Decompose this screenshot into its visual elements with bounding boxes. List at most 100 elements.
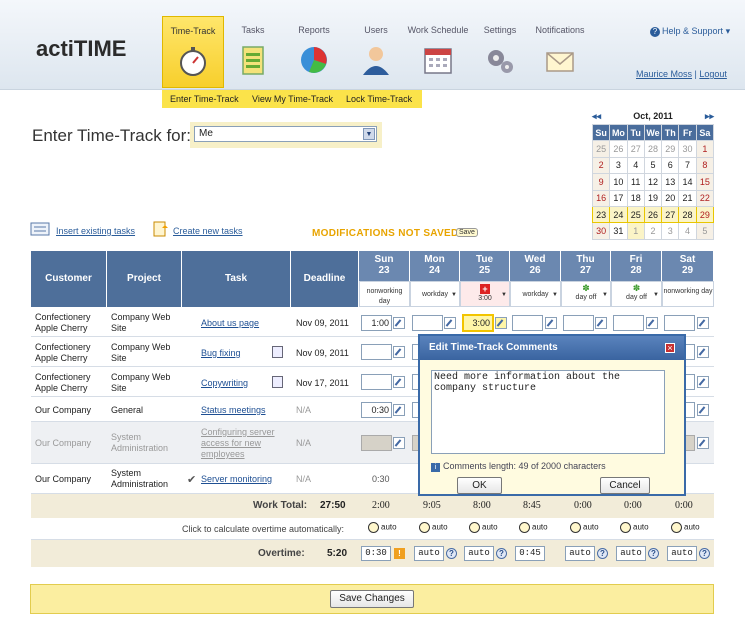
help-icon[interactable]: ? [446,548,457,559]
calendar-day[interactable]: 5 [695,222,715,240]
auto-overtime-button[interactable]: auto [519,522,548,533]
cancel-button[interactable]: Cancel [600,477,650,494]
calendar-day[interactable]: 17 [609,189,628,207]
auto-overtime-button[interactable]: auto [620,522,649,533]
calendar-day[interactable]: 26 [609,140,628,158]
save-changes-button[interactable]: Save Changes [330,590,414,608]
ok-button[interactable]: OK [457,477,502,494]
calendar-day[interactable]: 15 [695,173,715,191]
calendar-day[interactable]: 16 [591,189,611,207]
help-support-link[interactable]: ? Help & Support ▾ [650,26,730,37]
auto-overtime-button[interactable]: auto [570,522,599,533]
calendar-day[interactable]: 25 [591,140,611,158]
calendar-day[interactable]: 13 [661,173,680,191]
comment-icon[interactable] [545,317,557,329]
subnav-view-my-time-track[interactable]: View My Time-Track [252,94,333,104]
day-type-wed[interactable]: workday ▼ [510,281,561,307]
comment-icon[interactable] [393,376,405,388]
day-type-tue[interactable]: +3:00 ▼ [460,281,510,307]
calendar-day[interactable]: 30 [678,140,697,158]
calendar-day-selected[interactable]: 27 [661,205,680,224]
comment-icon[interactable] [697,317,709,329]
calendar-day[interactable]: 12 [643,173,663,191]
calendar-day[interactable]: 14 [678,173,697,191]
calendar-day[interactable]: 3 [661,222,680,240]
calendar-day[interactable]: 3 [609,156,628,175]
auto-overtime-button[interactable]: auto [419,522,448,533]
comment-icon[interactable] [646,317,658,329]
tab-reports[interactable]: Reports [283,16,345,88]
calendar-day[interactable]: 28 [643,140,663,158]
quick-save-button[interactable]: Save [456,228,478,237]
overtime-input[interactable]: auto [414,546,444,561]
calendar-day-selected[interactable]: 26 [643,205,663,224]
task-description-icon[interactable] [272,346,283,358]
calendar-day[interactable]: 6 [661,156,680,175]
auto-overtime-button[interactable]: auto [368,522,397,533]
task-link[interactable]: Status meetings [201,405,266,416]
calendar-day[interactable]: 9 [591,173,611,191]
calendar-day[interactable]: 7 [678,156,697,175]
overtime-input[interactable]: 0:45 [515,546,545,561]
tab-users[interactable]: Users [345,16,407,88]
time-input[interactable]: 1:00 [361,315,392,331]
create-new-tasks-link[interactable]: Create new tasks [173,226,243,236]
calendar-day[interactable]: 8 [695,156,715,175]
task-link[interactable]: Configuring server access for new employ… [201,427,287,460]
comment-icon[interactable] [393,317,405,329]
comment-icon[interactable] [393,346,405,358]
tab-settings[interactable]: Settings [469,16,531,88]
calendar-day[interactable]: 30 [591,222,611,240]
help-icon[interactable]: ? [597,548,608,559]
calendar-day[interactable]: 11 [626,173,645,191]
calendar-day[interactable]: 1 [695,140,715,158]
auto-overtime-button[interactable]: auto [469,522,498,533]
comment-textarea[interactable]: Need more information about the company … [431,370,665,454]
help-icon[interactable]: ? [699,548,710,559]
calendar-day[interactable]: 4 [626,156,645,175]
calendar-day[interactable]: 10 [609,173,628,191]
time-input[interactable] [613,315,644,331]
calendar-day-selected[interactable]: 28 [678,205,697,224]
auto-overtime-button[interactable]: auto [671,522,700,533]
app-logo[interactable]: actiTIME [36,36,126,62]
comment-icon[interactable] [697,404,709,416]
calendar-day-selected[interactable]: 29 [695,205,715,224]
comment-icon[interactable] [393,437,405,449]
task-link[interactable]: Copywriting [201,378,248,389]
calendar-day[interactable]: 19 [643,189,663,207]
calendar-prev-button[interactable]: ◂◂ [592,108,601,124]
overtime-input[interactable]: auto [464,546,494,561]
overtime-input[interactable]: auto [616,546,646,561]
help-icon[interactable]: ? [496,548,507,559]
day-type-sun[interactable]: nonworking day [359,281,410,307]
calendar-day[interactable]: 31 [609,222,628,240]
calendar-day[interactable]: 20 [661,189,680,207]
tab-work-schedule[interactable]: Work Schedule [407,16,469,88]
time-input[interactable] [512,315,543,331]
calendar-day[interactable]: 1 [626,222,645,240]
calendar-day-selected[interactable]: 24 [609,205,628,224]
subnav-lock-time-track[interactable]: Lock Time-Track [346,94,412,104]
tab-tasks[interactable]: Tasks [222,16,284,88]
comment-icon[interactable] [697,376,709,388]
calendar-day[interactable]: 4 [678,222,697,240]
close-icon[interactable]: × [665,343,675,353]
time-input[interactable] [412,315,443,331]
day-type-sat[interactable]: nonworking day [662,281,714,307]
overtime-input[interactable]: 0:30 [361,546,391,561]
day-type-fri[interactable]: ✽ day off ▼ [611,281,662,307]
comment-icon[interactable] [595,317,607,329]
tab-notifications[interactable]: Notifications [528,16,592,88]
task-link[interactable]: Server monitoring [201,474,272,485]
help-icon[interactable]: ? [648,548,659,559]
user-select[interactable]: Me ▼ [194,126,377,142]
calendar-day[interactable]: 2 [643,222,663,240]
calendar-day[interactable]: 21 [678,189,697,207]
overtime-input[interactable]: auto [667,546,697,561]
comment-icon[interactable] [444,317,456,329]
time-input[interactable] [664,315,695,331]
comment-icon[interactable] [393,404,405,416]
comment-icon[interactable] [495,317,507,329]
time-input[interactable]: 0:30 [361,402,392,418]
